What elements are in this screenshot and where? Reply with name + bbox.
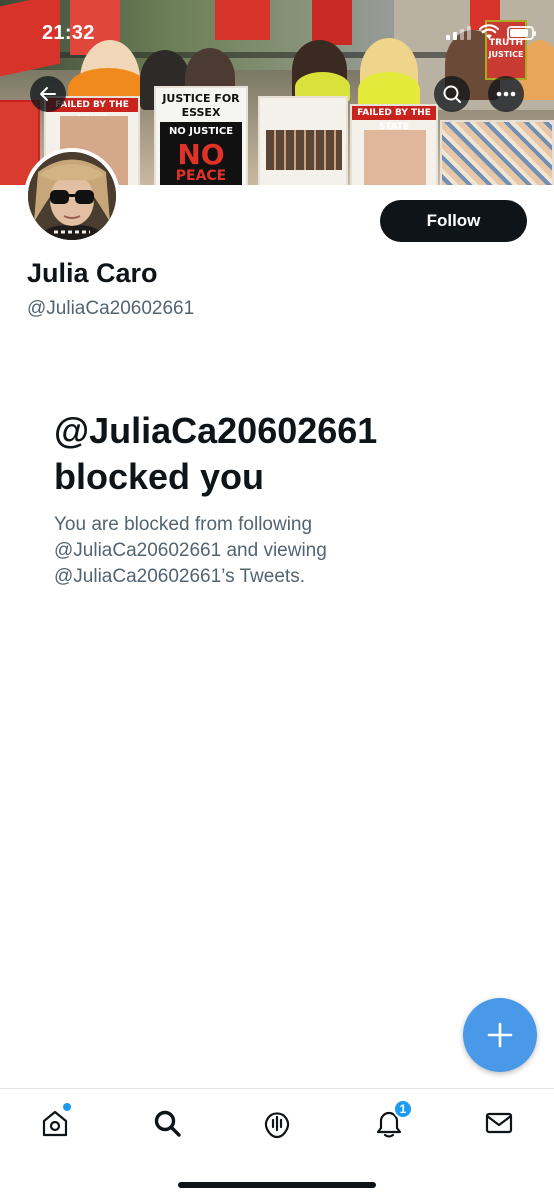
- placard-text: ESSEX: [181, 106, 221, 119]
- notification-badge: 1: [393, 1099, 413, 1119]
- home-unread-dot: [63, 1103, 71, 1111]
- search-profile-button[interactable]: [434, 76, 470, 112]
- placard-photo-grid: [266, 130, 342, 170]
- placard-text: NO: [177, 138, 225, 171]
- status-icons: [446, 24, 536, 40]
- banner-flag: [215, 0, 270, 40]
- banner-placard: JUSTICE FOR ESSEX NO JUSTICE NO PEACE: [154, 86, 248, 185]
- avatar[interactable]: [24, 148, 120, 244]
- placard-text: NO JUSTICE: [168, 126, 234, 137]
- placard-text: JUSTICE FOR: [162, 92, 240, 105]
- search-icon: [443, 85, 461, 103]
- tab-home[interactable]: [37, 1103, 73, 1141]
- home-icon: [42, 1110, 68, 1137]
- blocked-title-text: blocked you: [54, 456, 265, 497]
- banner-placard: [440, 120, 554, 185]
- banner-placard: [258, 96, 348, 185]
- back-button[interactable]: [30, 76, 66, 112]
- signal-icon: [446, 26, 471, 40]
- more-horizontal-icon: [496, 91, 516, 97]
- placard-heading: FAILED BY THE STATE: [352, 106, 436, 132]
- display-name: Julia Caro: [27, 258, 158, 288]
- avatar-image: [28, 152, 116, 240]
- battery-icon: [507, 26, 536, 40]
- tab-notifications[interactable]: 1: [371, 1099, 413, 1141]
- banner-person: [358, 72, 420, 108]
- status-time: 21:32: [42, 22, 95, 44]
- mail-icon: [485, 1112, 513, 1134]
- tab-search[interactable]: [149, 1105, 185, 1141]
- blocked-title: @JuliaCa20602661 blocked you: [54, 408, 514, 500]
- plus-icon: [487, 1022, 513, 1048]
- tab-spaces[interactable]: [259, 1105, 295, 1141]
- blocked-description: You are blocked from following @JuliaCa2…: [54, 514, 327, 587]
- banner-flag: [312, 0, 352, 45]
- wifi-icon: [479, 24, 499, 39]
- user-handle: @JuliaCa20602661: [27, 298, 195, 319]
- spaces-icon: [264, 1112, 290, 1139]
- home-indicator: [178, 1182, 376, 1188]
- placard-text: JUSTICE: [488, 50, 524, 59]
- placard-photo: [364, 130, 426, 185]
- placard-text: PEACE: [175, 168, 227, 184]
- arrow-left-icon: [40, 87, 56, 101]
- compose-tweet-button[interactable]: [463, 998, 537, 1072]
- blocked-title-handle: @JuliaCa20602661: [54, 410, 378, 451]
- more-options-button[interactable]: [488, 76, 524, 112]
- follow-button[interactable]: Follow: [380, 200, 527, 242]
- search-icon: [154, 1110, 181, 1137]
- banner-placard: FAILED BY THE STATE: [350, 104, 438, 185]
- tab-messages[interactable]: [481, 1105, 517, 1141]
